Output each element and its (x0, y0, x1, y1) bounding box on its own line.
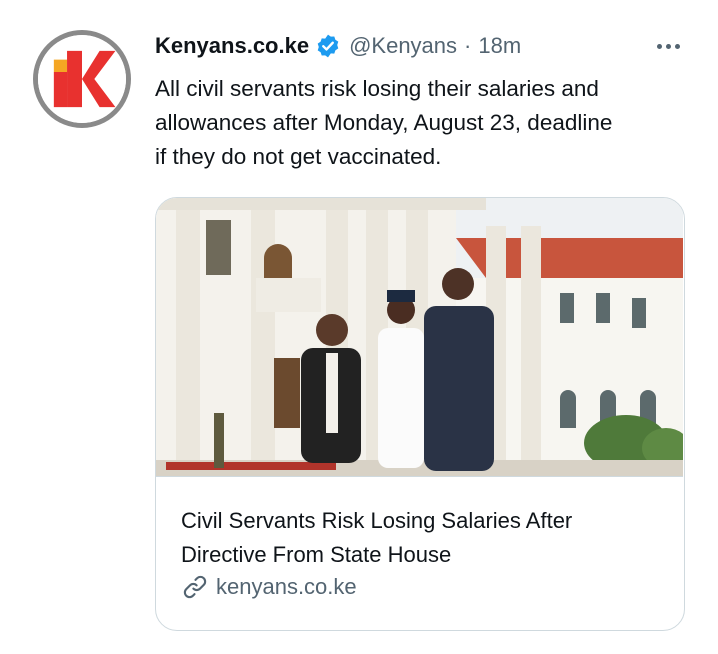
card-title-line: Civil Servants Risk Losing Salaries Afte… (181, 508, 573, 533)
link-card[interactable]: Civil Servants Risk Losing Salaries Afte… (155, 197, 685, 631)
card-domain: kenyans.co.ke (181, 572, 357, 602)
tweet-text-line: allowances after Monday, August 23, dead… (155, 110, 613, 135)
verified-badge-icon (315, 33, 341, 59)
more-options-icon[interactable] (648, 31, 688, 61)
author-name[interactable]: Kenyans.co.ke (155, 33, 309, 59)
more-dot (674, 43, 680, 49)
timestamp[interactable]: 18m (478, 33, 521, 59)
tweet-text: All civil servants risk losing their sal… (155, 72, 695, 174)
tweet-header: Kenyans.co.ke @Kenyans · 18m (155, 30, 521, 62)
card-title-line: Directive From State House (181, 542, 452, 567)
more-dot (665, 43, 671, 49)
kenyans-k-logo-icon[interactable] (33, 30, 131, 128)
card-title: Civil Servants Risk Losing Salaries Afte… (181, 504, 671, 572)
author-handle[interactable]: @Kenyans (349, 33, 457, 59)
card-image (156, 198, 683, 477)
tweet[interactable]: Kenyans.co.ke @Kenyans · 18m All civil s… (0, 0, 718, 654)
more-dot (656, 43, 662, 49)
card-domain-text: kenyans.co.ke (216, 574, 357, 599)
separator-dot: · (464, 33, 472, 58)
tweet-text-line: All civil servants risk losing their sal… (155, 76, 599, 101)
link-icon (183, 575, 207, 599)
tweet-text-line: if they do not get vaccinated. (155, 144, 442, 169)
